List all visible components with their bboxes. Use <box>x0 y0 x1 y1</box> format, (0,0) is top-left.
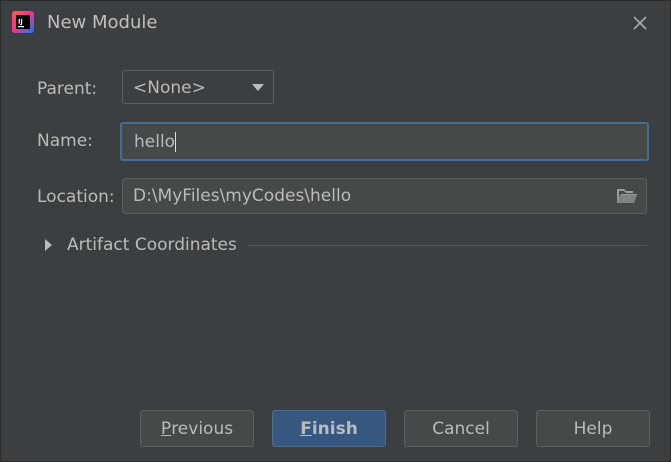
name-label: Name: <box>37 131 93 151</box>
title-bar: IJ New Module <box>1 1 671 45</box>
previous-button[interactable]: Previous <box>140 410 254 447</box>
finish-button[interactable]: Finish <box>272 410 386 447</box>
help-button[interactable]: Help <box>536 410 650 447</box>
text-caret <box>175 132 176 152</box>
artifact-coordinates-toggle[interactable]: Artifact Coordinates <box>67 234 237 256</box>
location-field[interactable]: D:\MyFiles\myCodes\hello <box>122 178 647 214</box>
close-button[interactable] <box>628 11 652 35</box>
parent-dropdown-value: <None> <box>133 78 206 98</box>
dialog-title: New Module <box>47 12 158 33</box>
chevron-down-icon <box>252 84 264 91</box>
cancel-button[interactable]: Cancel <box>404 410 518 447</box>
app-icon-text: IJ <box>18 18 23 26</box>
chevron-right-icon[interactable] <box>45 239 52 251</box>
folder-icon[interactable] <box>616 187 638 205</box>
finish-mnemonic: F <box>300 418 312 439</box>
artifact-coordinates-section: Artifact Coordinates <box>45 233 647 257</box>
location-field-value: D:\MyFiles\myCodes\hello <box>133 186 352 206</box>
close-icon <box>633 16 647 30</box>
previous-label: revious <box>171 418 234 439</box>
new-module-dialog: IJ New Module Parent: <None> Name: hello… <box>0 0 671 462</box>
location-label: Location: <box>37 187 115 207</box>
section-divider <box>247 245 647 246</box>
name-field-value: hello <box>134 132 176 152</box>
finish-label: inish <box>311 418 358 439</box>
parent-dropdown[interactable]: <None> <box>122 70 274 104</box>
parent-label: Parent: <box>37 79 98 99</box>
name-field[interactable]: hello <box>120 122 649 161</box>
previous-mnemonic: P <box>160 418 172 439</box>
intellij-idea-icon: IJ <box>12 11 34 33</box>
